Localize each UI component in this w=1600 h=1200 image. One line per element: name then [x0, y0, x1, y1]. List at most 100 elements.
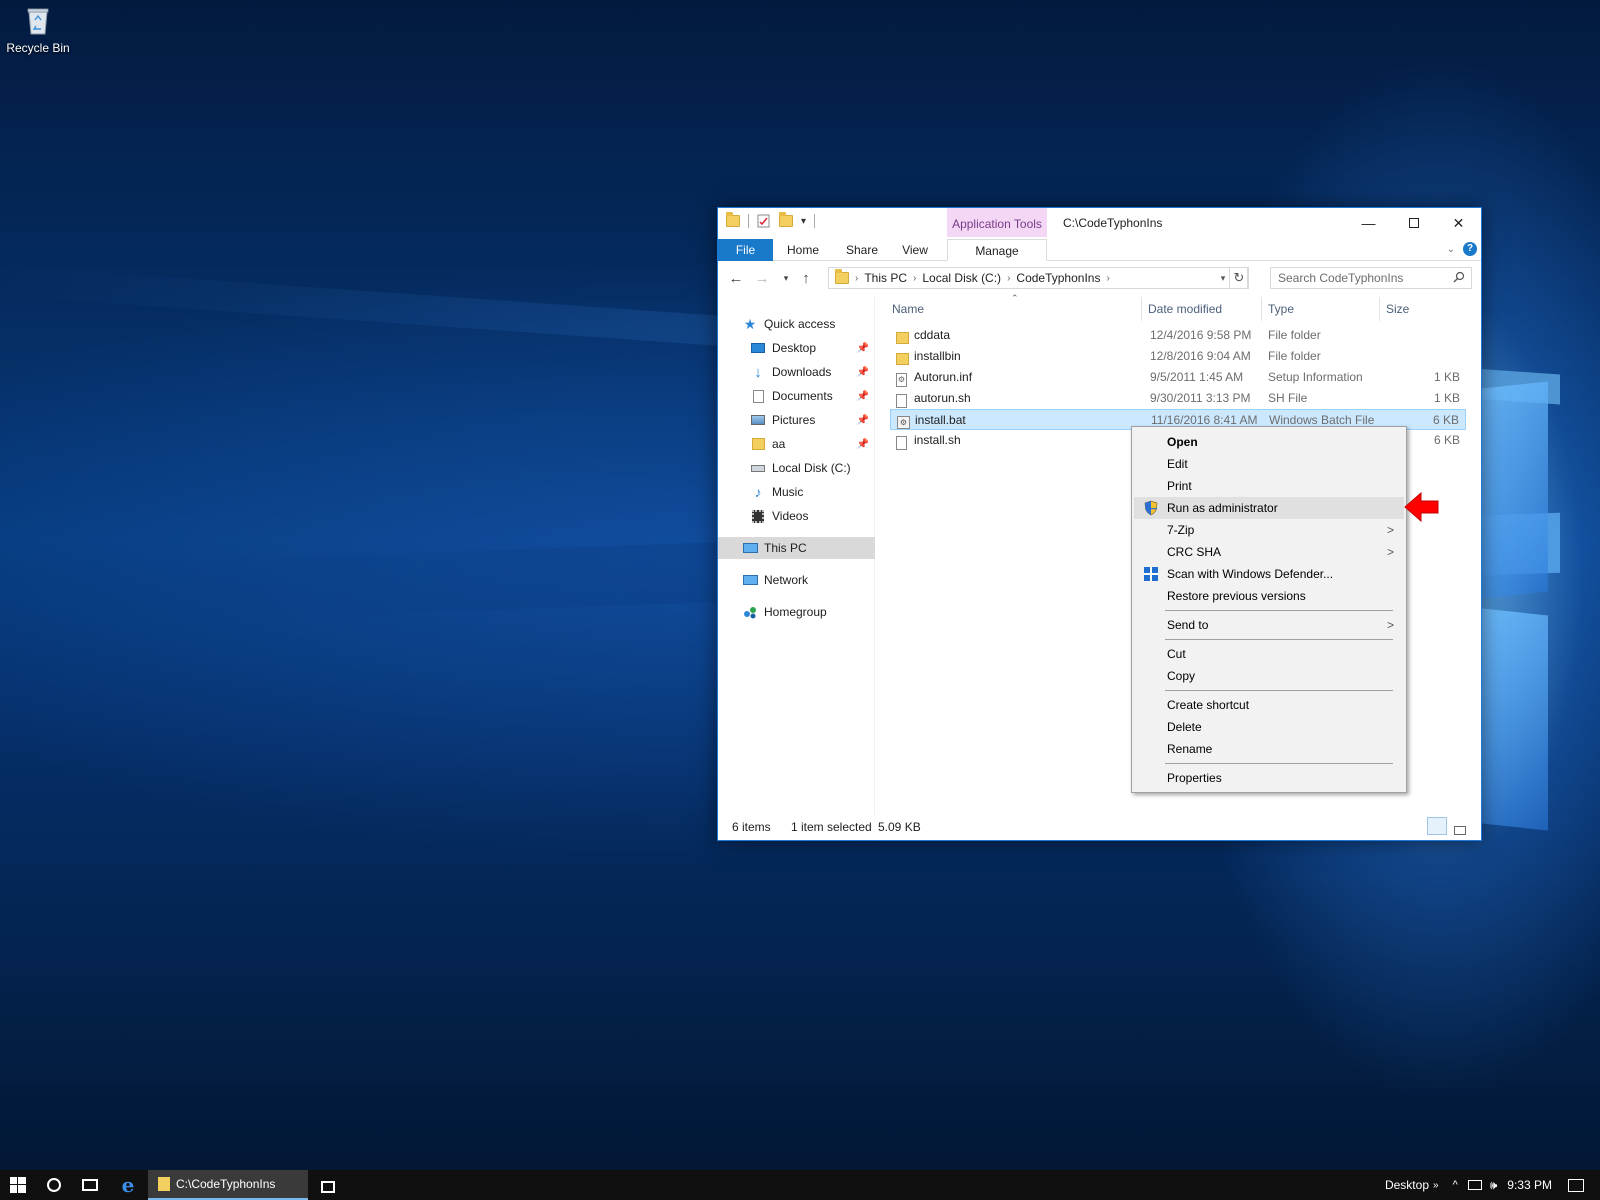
sidebar-item-label: Videos: [772, 509, 809, 523]
menu-item-label: Delete: [1167, 720, 1202, 734]
sidebar-item-this-pc[interactable]: This PC: [718, 537, 875, 559]
sidebar-item-documents[interactable]: Documents 📌: [718, 385, 875, 407]
details-view-button[interactable]: [1427, 817, 1447, 835]
volume-icon[interactable]: 🕪: [1490, 1178, 1498, 1193]
tab-manage[interactable]: Manage: [947, 239, 1047, 261]
setup-file-icon: ⚙: [896, 370, 909, 387]
menu-item-delete[interactable]: Delete: [1134, 716, 1404, 738]
edge-browser-button[interactable]: e: [110, 1170, 146, 1200]
close-button[interactable]: ✕: [1436, 208, 1481, 238]
back-button[interactable]: ←: [726, 268, 746, 288]
menu-item-restore-previous-versions[interactable]: Restore previous versions: [1134, 585, 1404, 607]
desktop-toolbar-label[interactable]: Desktop: [1385, 1178, 1429, 1192]
breadcrumb-this-pc[interactable]: This PC: [864, 271, 907, 285]
expand-ribbon-chevron-icon[interactable]: ⌄: [1447, 244, 1455, 255]
breadcrumb-chevron-icon[interactable]: ›: [1106, 273, 1109, 284]
address-history-dropdown[interactable]: ▾: [1216, 267, 1230, 289]
action-center-icon[interactable]: [1568, 1178, 1584, 1192]
recent-locations-button[interactable]: ▾: [776, 268, 796, 288]
search-button[interactable]: [36, 1170, 72, 1200]
tab-share[interactable]: Share: [836, 239, 888, 261]
tab-file[interactable]: File: [718, 239, 773, 261]
sidebar-item-label: Local Disk (C:): [772, 461, 851, 475]
menu-item-7-zip[interactable]: 7-Zip >: [1134, 519, 1404, 541]
menu-item-create-shortcut[interactable]: Create shortcut: [1134, 694, 1404, 716]
start-button[interactable]: [0, 1170, 36, 1200]
menu-item-open[interactable]: Open: [1134, 431, 1404, 453]
sidebar-item-desktop[interactable]: Desktop 📌: [718, 337, 875, 359]
menu-item-label: Edit: [1167, 457, 1188, 471]
refresh-button[interactable]: ↻: [1229, 267, 1249, 289]
up-button[interactable]: ↑: [796, 268, 816, 288]
properties-icon[interactable]: [757, 214, 771, 228]
divider[interactable]: [1141, 297, 1142, 321]
menu-item-run-as-administrator[interactable]: Run as administrator: [1134, 497, 1404, 519]
file-row[interactable]: installbin 12/8/2016 9:04 AM File folder: [890, 346, 1466, 367]
minimize-button[interactable]: —: [1346, 208, 1391, 238]
sidebar-item-downloads[interactable]: ↓ Downloads 📌: [718, 361, 875, 383]
sidebar-item-music[interactable]: ♪ Music: [718, 481, 875, 503]
address-bar[interactable]: › This PC › Local Disk (C:) › CodeTyphon…: [828, 267, 1248, 289]
menu-item-print[interactable]: Print: [1134, 475, 1404, 497]
new-folder-icon[interactable]: [779, 212, 793, 227]
file-icon: [896, 391, 909, 408]
menu-item-label: Print: [1167, 479, 1192, 493]
title-bar[interactable]: ▾ Application Tools C:\CodeTyphonIns — ✕: [718, 208, 1481, 239]
column-header-type[interactable]: Type: [1268, 297, 1294, 321]
sidebar-item-homegroup[interactable]: Homegroup: [718, 601, 875, 623]
system-tray: Desktop » ^ 🕪 9:33 PM: [1385, 1170, 1600, 1200]
submenu-arrow-icon: >: [1386, 618, 1394, 632]
network-status-icon[interactable]: [1467, 1180, 1482, 1190]
breadcrumb-chevron-icon[interactable]: ›: [913, 273, 916, 284]
show-hidden-icons-chevron-icon[interactable]: ^: [1453, 1179, 1458, 1191]
column-header-name[interactable]: Name: [892, 297, 924, 321]
status-selection: 1 item selected: [791, 820, 872, 834]
tab-view[interactable]: View: [890, 239, 940, 261]
menu-item-send-to[interactable]: Send to >: [1134, 614, 1404, 636]
menu-item-label: Cut: [1167, 647, 1186, 661]
sidebar-item-local-disk[interactable]: Local Disk (C:): [718, 457, 875, 479]
file-row[interactable]: autorun.sh 9/30/2011 3:13 PM SH File 1 K…: [890, 388, 1466, 409]
breadcrumb-chevron-icon[interactable]: ›: [1007, 273, 1010, 284]
breadcrumb-local-disk[interactable]: Local Disk (C:): [922, 271, 1001, 285]
sidebar-item-label: Network: [764, 573, 809, 587]
menu-item-rename[interactable]: Rename: [1134, 738, 1404, 760]
menu-item-copy[interactable]: Copy: [1134, 665, 1404, 687]
breadcrumb-codetyphonins[interactable]: CodeTyphonIns: [1016, 271, 1100, 285]
taskbar-app-file-explorer[interactable]: C:\CodeTyphonIns: [148, 1170, 308, 1200]
toolbar-overflow-icon[interactable]: »: [1433, 1180, 1439, 1191]
menu-item-edit[interactable]: Edit: [1134, 453, 1404, 475]
divider[interactable]: [1379, 297, 1380, 321]
clock[interactable]: 9:33 PM: [1507, 1178, 1552, 1192]
file-row[interactable]: cddata 12/4/2016 9:58 PM File folder: [890, 325, 1466, 346]
menu-item-scan-with-defender[interactable]: Scan with Windows Defender...: [1134, 563, 1404, 585]
search-icon[interactable]: [1453, 271, 1465, 283]
sidebar-item-network[interactable]: Network: [718, 569, 875, 591]
large-icons-view-button[interactable]: [1449, 817, 1469, 835]
divider[interactable]: [1261, 297, 1262, 321]
help-icon[interactable]: ?: [1463, 242, 1477, 256]
sidebar-item-videos[interactable]: Videos: [718, 505, 875, 527]
menu-item-label: Properties: [1167, 771, 1222, 785]
file-date: 12/4/2016 9:58 PM: [1150, 328, 1252, 342]
folder-icon: [896, 349, 909, 365]
column-header-date-modified[interactable]: Date modified: [1148, 297, 1222, 321]
maximize-button[interactable]: [1391, 208, 1436, 238]
file-size: 6 KB: [1432, 413, 1459, 427]
sidebar-item-quick-access[interactable]: ★ Quick access: [718, 313, 875, 335]
tab-home[interactable]: Home: [773, 239, 833, 261]
menu-item-crc-sha[interactable]: CRC SHA >: [1134, 541, 1404, 563]
task-view-button[interactable]: [72, 1170, 108, 1200]
menu-item-cut[interactable]: Cut: [1134, 643, 1404, 665]
file-row[interactable]: ⚙ Autorun.inf 9/5/2011 1:45 AM Setup Inf…: [890, 367, 1466, 388]
search-input[interactable]: Search CodeTyphonIns: [1270, 267, 1472, 289]
column-header-size[interactable]: Size: [1386, 297, 1409, 321]
sidebar-item-pictures[interactable]: Pictures 📌: [718, 409, 875, 431]
store-button[interactable]: [310, 1170, 346, 1200]
desktop-icon-recycle-bin[interactable]: Recycle Bin: [6, 6, 70, 55]
customize-toolbar-chevron-icon[interactable]: ▾: [801, 216, 806, 227]
sidebar-item-label: This PC: [764, 541, 807, 555]
sidebar-item-aa[interactable]: aa 📌: [718, 433, 875, 455]
forward-button[interactable]: →: [752, 268, 772, 288]
menu-item-properties[interactable]: Properties: [1134, 767, 1404, 789]
